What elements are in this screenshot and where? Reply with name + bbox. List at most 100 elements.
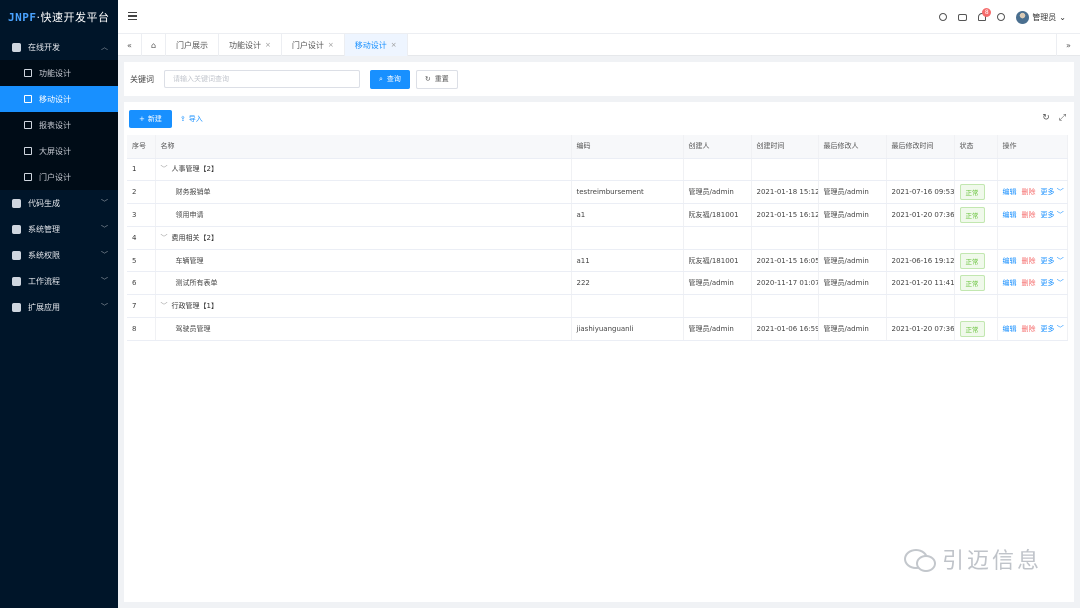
chevron-down-icon[interactable]: ﹀	[161, 301, 168, 311]
cell-name: 财务报销单	[155, 180, 572, 205]
sidebar-item-screen-design[interactable]: 大屏设计	[0, 138, 118, 164]
more-dropdown[interactable]: 更多 ﹀	[1041, 211, 1064, 219]
sidebar-item-mobile-design[interactable]: 移动设计	[0, 86, 118, 112]
search-icon: ⌕	[379, 74, 383, 83]
table-row-group[interactable]: 7 ﹀ 行政管理【1】	[127, 294, 1068, 319]
cell-empty	[997, 158, 1068, 182]
delete-link[interactable]: 删除	[1022, 188, 1036, 196]
cell-empty	[683, 158, 752, 182]
fullscreen-icon[interactable]: ⤢	[1059, 113, 1066, 123]
more-dropdown[interactable]: 更多 ﹀	[1041, 257, 1064, 265]
sidebar-group-label: 代码生成	[28, 198, 60, 208]
cell-empty	[818, 158, 887, 182]
sidebar-item-portal-design[interactable]: 门户设计	[0, 164, 118, 190]
delete-link[interactable]: 删除	[1022, 257, 1036, 265]
cell-status: 正常	[954, 271, 998, 296]
table-row-group[interactable]: 4 ﹀ 费用相关【2】	[127, 226, 1068, 250]
more-dropdown[interactable]: 更多 ﹀	[1041, 325, 1064, 333]
bell-icon[interactable]: 8	[978, 8, 992, 21]
cell-modified: 2021-01-20 07:36	[886, 317, 955, 341]
new-button[interactable]: + 新建	[129, 109, 172, 128]
edit-link[interactable]: 编辑	[1003, 325, 1017, 333]
delete-link[interactable]: 删除	[1022, 325, 1036, 333]
sidebar-group-extensions[interactable]: 扩展应用 ﹀	[0, 294, 118, 320]
table-row: 6 测试所有表单 222 管理员/admin 2020-11-17 01:07 …	[127, 271, 1068, 296]
chat-icon[interactable]	[958, 13, 968, 21]
cell-created: 2021-01-06 16:59	[751, 317, 819, 341]
home-icon[interactable]: ⌂	[142, 34, 166, 56]
cell-modifier: 管理员/admin	[818, 249, 887, 273]
col-header-modifier: 最后修改人	[818, 135, 887, 159]
delete-link[interactable]: 删除	[1022, 279, 1036, 287]
upload-icon: ⇪	[179, 114, 186, 123]
sidebar-item-report-design[interactable]: 报表设计	[0, 112, 118, 138]
tab-portal-view[interactable]: 门户展示	[166, 34, 219, 56]
sidebar-item-label: 大屏设计	[39, 146, 71, 156]
tabs-scroll-right-icon[interactable]: »	[1056, 34, 1080, 56]
language-icon[interactable]	[997, 13, 1006, 21]
tab-label: 门户设计	[291, 40, 324, 50]
sidebar-group-online-dev[interactable]: 在线开发 ︿	[0, 34, 118, 60]
sidebar-group-system-manage[interactable]: 系统管理 ﹀	[0, 216, 118, 242]
sidebar-group-permissions[interactable]: 系统权限 ﹀	[0, 242, 118, 268]
edit-link[interactable]: 编辑	[1003, 211, 1017, 219]
chevron-down-icon: ⌄	[1059, 12, 1066, 22]
close-icon[interactable]: ×	[328, 41, 334, 49]
cell-index: 3	[127, 203, 156, 227]
menu-toggle-icon[interactable]	[128, 12, 137, 20]
chevron-down-icon[interactable]: ﹀	[161, 233, 168, 243]
edit-link[interactable]: 编辑	[1003, 257, 1017, 265]
col-header-code: 编码	[571, 135, 684, 159]
sidebar-group-workflow[interactable]: 工作流程 ﹀	[0, 268, 118, 294]
tab-mobile-design[interactable]: 移动设计 ×	[344, 34, 408, 56]
refresh-icon[interactable]: ↻	[1042, 113, 1050, 123]
more-label: 更多	[1040, 324, 1055, 333]
more-dropdown[interactable]: 更多 ﹀	[1041, 188, 1064, 196]
cell-empty	[954, 226, 998, 250]
table-header-row: 序号 名称 编码 创建人 创建时间 最后修改人 最后修改时间 状态 操作	[127, 135, 1068, 159]
tab-portal-design[interactable]: 门户设计 ×	[282, 34, 345, 56]
tabs-scroll-left-icon[interactable]: «	[118, 34, 142, 56]
cell-created: 2021-01-18 15:12	[751, 180, 819, 205]
cell-status: 正常	[954, 317, 998, 341]
keyword-label: 关键词	[130, 74, 154, 84]
chevron-down-icon[interactable]: ﹀	[161, 164, 168, 174]
user-menu[interactable]: 管理员 ⌄	[1016, 10, 1066, 24]
edit-link[interactable]: 编辑	[1003, 188, 1017, 196]
cell-empty	[751, 158, 819, 182]
cell-actions: 编辑 删除 更多 ﹀	[997, 203, 1068, 227]
sidebar-item-function-design[interactable]: 功能设计	[0, 60, 118, 86]
cell-creator: 阮友福/181001	[683, 203, 752, 227]
search-icon[interactable]	[939, 13, 948, 21]
cell-empty	[954, 158, 998, 182]
new-button-label: 新建	[147, 114, 162, 123]
sidebar-item-label: 功能设计	[39, 68, 71, 78]
close-icon[interactable]: ×	[265, 41, 271, 49]
sidebar-group-code-gen[interactable]: 代码生成 ﹀	[0, 190, 118, 216]
watermark-text: 引迈信息	[941, 549, 1042, 574]
delete-link[interactable]: 删除	[1022, 211, 1036, 219]
import-button[interactable]: ⇪ 导入	[180, 114, 203, 124]
cell-name: 领用申请	[155, 203, 572, 227]
tab-function-design[interactable]: 功能设计 ×	[219, 34, 282, 56]
cell-creator: 管理员/admin	[683, 271, 752, 296]
sidebar-group-label: 扩展应用	[28, 302, 60, 312]
table-row-group[interactable]: 1 ﹀ 人事管理【2】	[127, 158, 1068, 182]
cell-code: jiashiyuanguanli	[571, 317, 684, 341]
col-header-modified: 最后修改时间	[886, 135, 955, 159]
close-icon[interactable]: ×	[391, 41, 397, 49]
cell-index: 4	[127, 226, 156, 250]
app-logo[interactable]: JNPF ·快速开发平台	[0, 0, 118, 34]
keyword-input[interactable]	[164, 70, 360, 88]
query-button[interactable]: ⌕ 查询	[370, 69, 410, 89]
status-badge: 正常	[959, 275, 985, 292]
cell-code: 222	[571, 271, 684, 296]
more-dropdown[interactable]: 更多 ﹀	[1041, 279, 1064, 287]
col-header-actions: 操作	[997, 135, 1068, 159]
tab-label: 功能设计	[229, 40, 261, 50]
edit-link[interactable]: 编辑	[1003, 279, 1017, 287]
watermark: 引迈信息	[903, 543, 1042, 575]
cell-created: 2021-01-15 16:05	[751, 249, 819, 273]
cell-empty	[571, 226, 684, 250]
reset-button[interactable]: ↻ 重置	[415, 69, 458, 89]
